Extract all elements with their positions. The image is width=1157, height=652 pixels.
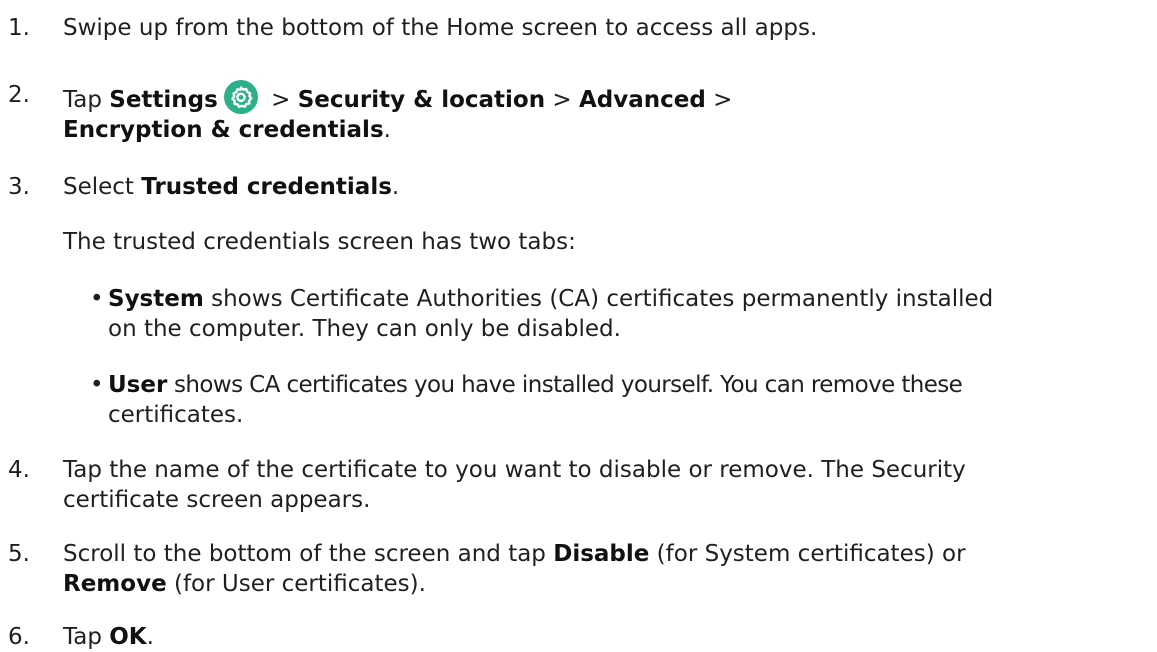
encryption-credentials-label: Encryption & credentials bbox=[63, 117, 384, 143]
bullet-text: shows CA certificates you have installed… bbox=[167, 372, 963, 398]
tabs-intro-text: The trusted credentials screen has two t… bbox=[63, 229, 576, 255]
advanced-label: Advanced bbox=[579, 87, 706, 113]
path-separator: > bbox=[552, 87, 572, 113]
trusted-credentials-label: Trusted credentials bbox=[141, 174, 392, 200]
step-text: Select bbox=[63, 174, 134, 200]
step-4: 4. Tap the name of the certificate to yo… bbox=[0, 455, 1150, 515]
user-tab-label: User bbox=[108, 372, 168, 398]
step-text: Tap bbox=[63, 87, 102, 113]
step-2: 2. Tap Settings > Security & location > … bbox=[0, 80, 1150, 145]
step-number: 5. bbox=[8, 541, 30, 567]
bullet-system: • System shows Certificate Authorities (… bbox=[90, 284, 1150, 344]
system-tab-label: System bbox=[108, 286, 204, 312]
step-text: Tap bbox=[63, 624, 110, 650]
step-text: certificate screen appears. bbox=[63, 487, 371, 513]
step-number: 3. bbox=[8, 174, 30, 200]
step-number: 2. bbox=[8, 82, 30, 108]
step-text: (for User certificates). bbox=[166, 571, 426, 597]
step-text: Swipe up from the bottom of the Home scr… bbox=[63, 15, 818, 41]
ok-label: OK bbox=[109, 624, 147, 650]
settings-label: Settings bbox=[109, 87, 218, 113]
path-separator: > bbox=[713, 87, 733, 113]
bullet-text: shows Certificate Authorities (CA) certi… bbox=[203, 286, 994, 312]
disable-label: Disable bbox=[553, 541, 650, 567]
punctuation: . bbox=[146, 624, 154, 650]
bullet-text: certificates. bbox=[108, 402, 244, 428]
punctuation: . bbox=[383, 117, 391, 143]
step-text: (for System certificates) or bbox=[649, 541, 966, 567]
step-number: 1. bbox=[8, 15, 30, 41]
remove-label: Remove bbox=[63, 571, 167, 597]
step-number: 6. bbox=[8, 624, 30, 650]
punctuation: . bbox=[391, 174, 400, 200]
step-5: 5. Scroll to the bottom of the screen an… bbox=[0, 539, 1150, 599]
step-number: 4. bbox=[8, 457, 30, 483]
step-text: Tap the name of the certificate to you w… bbox=[63, 457, 966, 483]
security-location-label: Security & location bbox=[297, 87, 546, 113]
step-text: Scroll to the bottom of the screen and t… bbox=[63, 541, 554, 567]
step-3: 3. Select Trusted credentials. bbox=[0, 172, 1150, 202]
step-6: 6. Tap OK. bbox=[0, 622, 1150, 652]
bullet-dot: • bbox=[90, 372, 104, 398]
settings-gear-icon bbox=[223, 80, 258, 114]
bullet-dot: • bbox=[90, 286, 104, 312]
step-1: 1. Swipe up from the bottom of the Home … bbox=[0, 13, 1150, 43]
bullet-user: • User shows CA certificates you have in… bbox=[90, 370, 1150, 430]
bullet-text: on the computer. They can only be disabl… bbox=[108, 316, 621, 342]
path-separator: > bbox=[271, 87, 291, 113]
instructions-document: 1. Swipe up from the bottom of the Home … bbox=[0, 0, 1157, 650]
